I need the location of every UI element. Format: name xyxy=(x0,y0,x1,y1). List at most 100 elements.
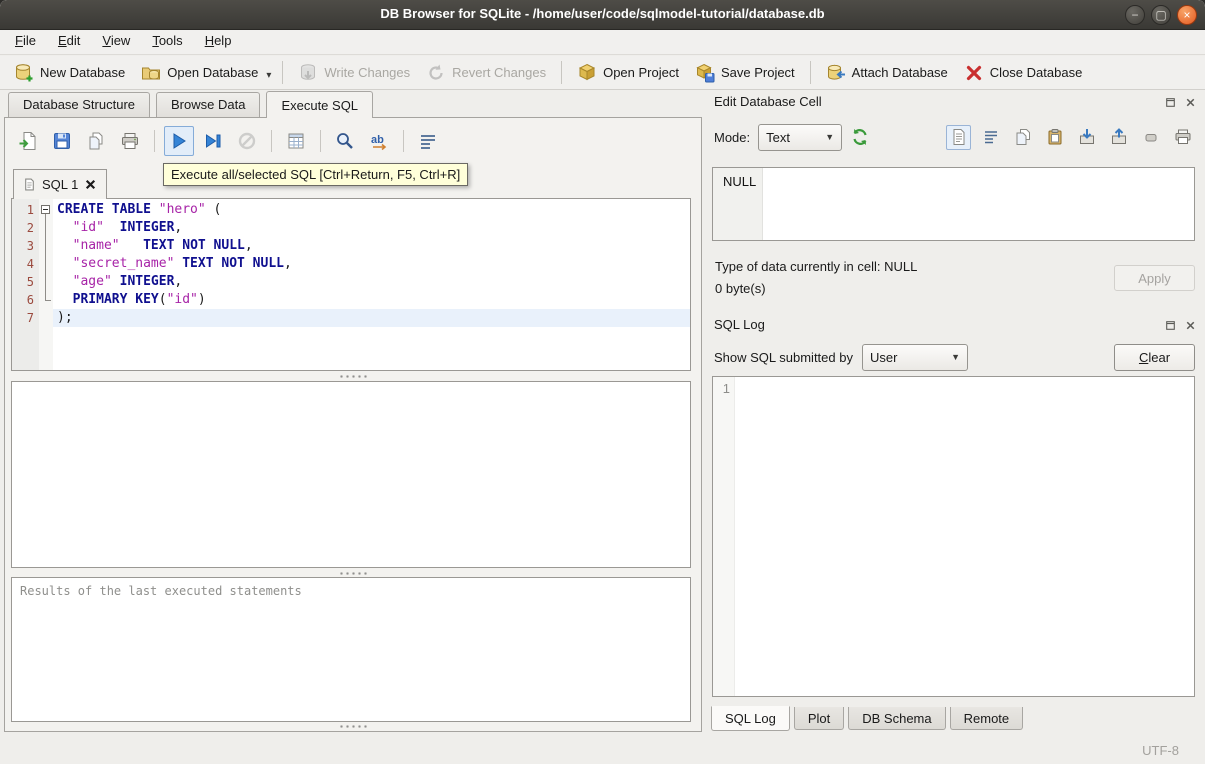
sql-text: ( xyxy=(158,292,167,307)
sql-keyword: CREATE TABLE xyxy=(57,202,151,217)
stop-execution-button xyxy=(232,126,262,156)
format-sql-button[interactable]: ab xyxy=(364,126,394,156)
paste-cell-button[interactable] xyxy=(1042,125,1067,150)
open-project-button[interactable]: Open Project xyxy=(569,60,687,86)
dock-tab-plot[interactable]: Plot xyxy=(793,707,845,730)
clear-log-button[interactable]: Clear xyxy=(1114,343,1195,371)
menu-file[interactable]: File xyxy=(4,30,47,54)
open-database-button[interactable]: Open Database xyxy=(133,60,266,86)
sql-log-view[interactable]: 1 xyxy=(712,376,1195,697)
splitter-handle[interactable] xyxy=(5,722,701,730)
print-sql-button[interactable] xyxy=(115,126,145,156)
execute-all-icon xyxy=(169,131,189,151)
fold-toggle[interactable] xyxy=(39,201,53,219)
line-number: 3 xyxy=(26,239,34,253)
execute-sql-pane: ab SQL 1 Execute all/selected SQL [Ctrl+… xyxy=(4,117,702,732)
sql-keyword: INTEGER xyxy=(119,220,175,235)
sql-text: ); xyxy=(57,310,73,325)
submitter-select[interactable]: User ▼ xyxy=(861,343,968,371)
menu-view[interactable]: View xyxy=(91,30,141,54)
sql-identifier: "name" xyxy=(72,238,120,253)
save-project-button[interactable]: Save Project xyxy=(687,60,803,86)
toolbar-separator xyxy=(282,61,284,84)
sql-toolbar-separator xyxy=(403,130,404,152)
code-line[interactable]: "name" TEXT NOT NULL, xyxy=(53,237,690,255)
export-cell-data-button[interactable] xyxy=(1106,125,1131,150)
word-wrap-button[interactable] xyxy=(413,126,443,156)
maximize-button[interactable]: ▢ xyxy=(1151,5,1171,25)
menu-tools[interactable]: Tools xyxy=(141,30,193,54)
save-results-button[interactable] xyxy=(281,126,311,156)
import-file-icon xyxy=(1078,128,1096,146)
cell-editor[interactable]: NULL xyxy=(712,167,1195,241)
execute-all-button[interactable] xyxy=(164,126,194,156)
sql-text: , xyxy=(174,274,183,289)
find-replace-button[interactable] xyxy=(330,126,360,156)
sql-document-tab[interactable]: SQL 1 xyxy=(13,169,108,199)
code-line[interactable]: "secret_name" TEXT NOT NULL, xyxy=(53,255,690,273)
code-line[interactable]: CREATE TABLE "hero" ( xyxy=(53,201,690,219)
splitter-handle[interactable] xyxy=(5,372,701,380)
close-database-button[interactable]: Close Database xyxy=(956,60,1091,86)
mode-select[interactable]: Text ▼ xyxy=(758,123,843,151)
open-sql-file-button[interactable] xyxy=(13,126,43,156)
sql-tab-close-icon[interactable] xyxy=(84,178,97,191)
cell-icon-bar xyxy=(946,124,1195,150)
results-message-panel[interactable]: Results of the last executed statements xyxy=(11,577,691,722)
sql-editor[interactable]: 1 2 3 4 5 6 7 CREATE TABLE "hero" ( "id" INTEG… xyxy=(11,198,691,371)
tab-database-structure[interactable]: Database Structure xyxy=(8,92,151,117)
text-mode-toggle[interactable] xyxy=(946,124,971,150)
minimize-button[interactable]: − xyxy=(1125,5,1145,25)
import-cell-data-button[interactable] xyxy=(1074,125,1099,150)
save-sql-file-button[interactable] xyxy=(47,126,77,156)
code-line[interactable]: "id" INTEGER, xyxy=(53,219,690,237)
fold-collapse-icon[interactable] xyxy=(41,205,50,214)
sql-identifier: "hero" xyxy=(158,202,206,217)
clear-label: Clear xyxy=(1138,349,1171,365)
sql-keyword: PRIMARY KEY xyxy=(72,292,159,307)
menu-help[interactable]: Help xyxy=(194,30,243,54)
dock-float-icon[interactable] xyxy=(1164,96,1177,109)
format-sql-icon: ab xyxy=(369,131,389,151)
sql-log-filter-row: Show SQL submitted by User ▼ Clear xyxy=(714,343,1195,371)
copy-cell-button[interactable] xyxy=(1010,125,1035,150)
edit-cell-controls: Mode: Text ▼ xyxy=(714,122,1195,152)
splitter-handle[interactable] xyxy=(5,569,701,577)
execute-current-line-button[interactable] xyxy=(198,126,228,156)
set-null-button[interactable] xyxy=(1138,125,1163,150)
code-line[interactable]: ); xyxy=(53,309,690,327)
new-database-button[interactable]: New Database xyxy=(6,60,133,86)
dock-tab-sql-log[interactable]: SQL Log xyxy=(711,706,790,731)
tab-browse-data[interactable]: Browse Data xyxy=(156,92,261,117)
tab-execute-sql[interactable]: Execute SQL xyxy=(266,91,374,118)
mode-value: Text xyxy=(766,129,790,145)
results-grid[interactable] xyxy=(11,381,691,568)
auto-switch-mode-icon[interactable] xyxy=(850,127,870,147)
sql-log-gutter xyxy=(713,377,735,696)
sql-identifier: "id" xyxy=(72,220,104,235)
menu-edit[interactable]: Edit xyxy=(47,30,91,54)
open-database-dropdown-icon[interactable]: ▾ xyxy=(266,64,275,81)
dock-close-icon[interactable] xyxy=(1184,319,1197,332)
find-replace-icon xyxy=(335,131,355,151)
print-cell-button[interactable] xyxy=(1170,125,1195,150)
close-button[interactable]: × xyxy=(1177,5,1197,25)
titlebar[interactable]: DB Browser for SQLite - /home/user/code/… xyxy=(0,0,1205,30)
word-wrap-toggle[interactable] xyxy=(978,125,1003,150)
code-line[interactable]: PRIMARY KEY("id") xyxy=(53,291,690,309)
dock-float-icon[interactable] xyxy=(1164,319,1177,332)
dock-tab-db-schema[interactable]: DB Schema xyxy=(848,707,946,730)
dock-tab-remote[interactable]: Remote xyxy=(949,707,1024,730)
dock-tab-bar: SQL Log Plot DB Schema Remote xyxy=(711,706,1024,732)
toolbar-separator xyxy=(561,61,563,84)
editor-code[interactable]: CREATE TABLE "hero" ( "id" INTEGER, "nam… xyxy=(53,199,690,370)
code-line[interactable]: "age" INTEGER, xyxy=(53,273,690,291)
dock-close-icon[interactable] xyxy=(1184,96,1197,109)
sql-text: , xyxy=(174,220,183,235)
save-sql-file-as-button[interactable] xyxy=(81,126,111,156)
attach-database-button[interactable]: Attach Database xyxy=(818,60,956,86)
